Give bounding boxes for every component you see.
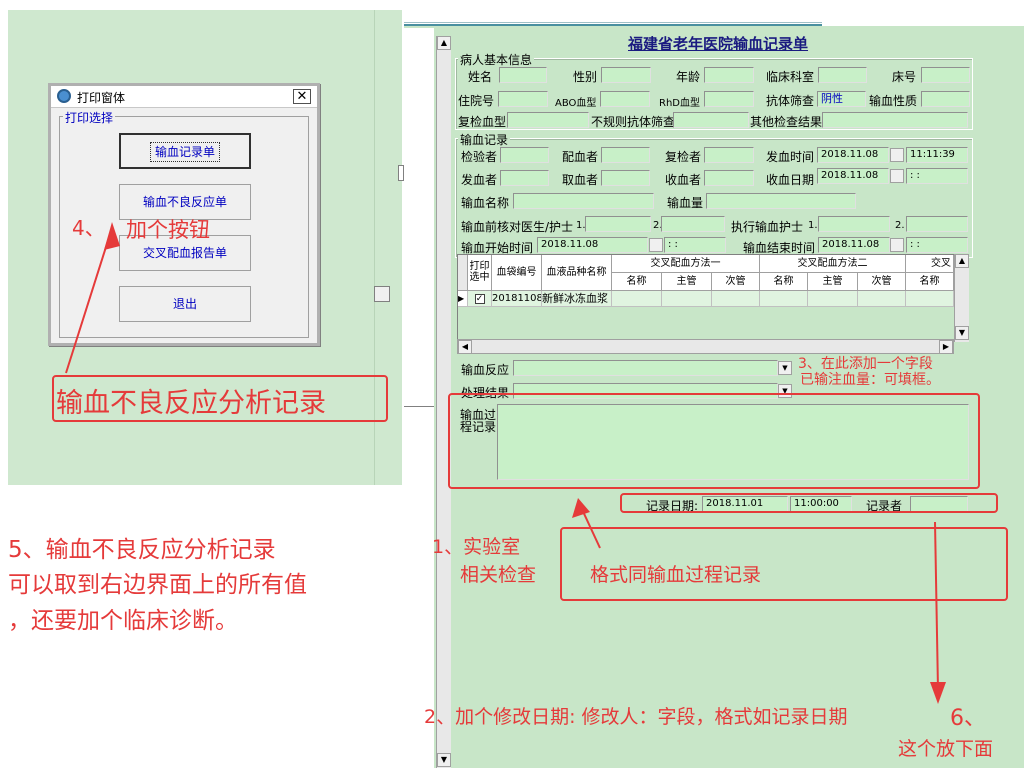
annotation-process-box: [448, 393, 980, 489]
annotation-5-line3: ，还要加个临床诊断。: [8, 608, 238, 634]
arrow-6-head: [930, 682, 946, 704]
arrow-4-head: [104, 222, 120, 250]
annotation-1-line1: 1、实验室: [432, 536, 521, 558]
annotation-4-number: 4、: [72, 216, 105, 240]
annotation-5-line1: 5、输血不良反应分析记录: [8, 537, 276, 563]
annotation-6-number: 6、: [950, 706, 986, 731]
annotation-6-text: 这个放下面: [898, 738, 994, 760]
annotation-5-line2: 可以取到右边界面上的所有值: [8, 572, 307, 598]
annotation-4-text: 加个按钮: [126, 218, 210, 242]
annotation-2-text: 2、加个修改日期: 修改人：字段，格式如记录日期: [424, 706, 848, 728]
annotation-format-text: 格式同输血过程记录: [590, 564, 762, 586]
annotation-record-box: [620, 493, 998, 513]
annotation-3-line2: 已输注血量：可填框。: [800, 372, 940, 388]
arrow-4-line: [65, 227, 113, 374]
annotation-big-text: 输血不良反应分析记录: [56, 388, 326, 419]
arrow-fmt-head: [572, 498, 590, 518]
annotation-1-line2: 相关检查: [460, 564, 537, 586]
